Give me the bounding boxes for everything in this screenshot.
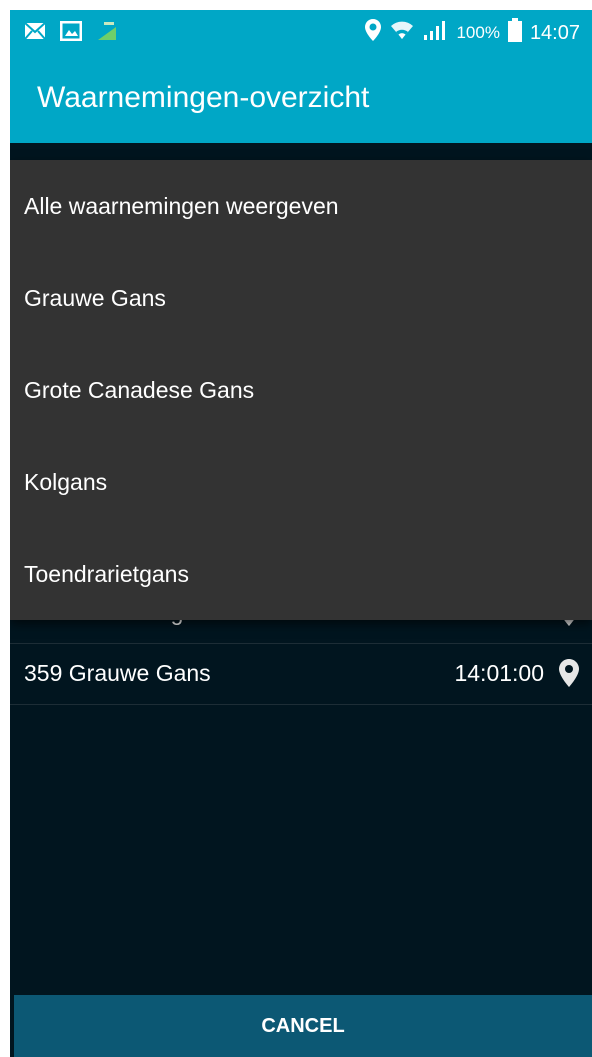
status-left-icons bbox=[24, 20, 118, 46]
data-icon bbox=[96, 21, 118, 46]
image-icon bbox=[59, 20, 83, 46]
battery-icon bbox=[507, 18, 522, 48]
signal-icon bbox=[422, 19, 448, 47]
wifi-icon bbox=[390, 19, 414, 47]
phone-screen: 100% 14:07 Waarnemingen-overzicht 16 Toe… bbox=[10, 10, 592, 1057]
menu-item-toendrarietgans[interactable]: Toendrarietgans bbox=[24, 528, 584, 620]
app-bar: Waarnemingen-overzicht bbox=[10, 53, 592, 143]
menu-item-kolgans[interactable]: Kolgans bbox=[24, 436, 584, 528]
status-time: 14:07 bbox=[529, 21, 580, 44]
menu-item-all[interactable]: Alle waarnemingen weergeven bbox=[24, 160, 584, 252]
status-right-icons: 100% 14:07 bbox=[364, 18, 580, 48]
battery-percent: 100% bbox=[456, 23, 500, 42]
species-filter-menu: Alle waarnemingen weergeven Grauwe Gans … bbox=[10, 160, 592, 620]
page-title: Waarnemingen-overzicht bbox=[37, 81, 370, 114]
status-bar: 100% 14:07 bbox=[10, 10, 592, 53]
menu-item-grote-canadese-gans[interactable]: Grote Canadese Gans bbox=[24, 344, 584, 436]
location-icon bbox=[364, 18, 382, 48]
observation-time: 14:01:00 bbox=[454, 660, 544, 686]
location-pin-icon[interactable] bbox=[558, 658, 580, 694]
mail-icon bbox=[24, 22, 46, 45]
observation-name: 359 Grauwe Gans bbox=[24, 660, 211, 686]
cancel-button[interactable]: CANCEL bbox=[14, 995, 592, 1057]
list-item[interactable]: 359 Grauwe Gans 14:01:00 bbox=[10, 644, 592, 705]
menu-item-grauwe-gans[interactable]: Grauwe Gans bbox=[24, 252, 584, 344]
